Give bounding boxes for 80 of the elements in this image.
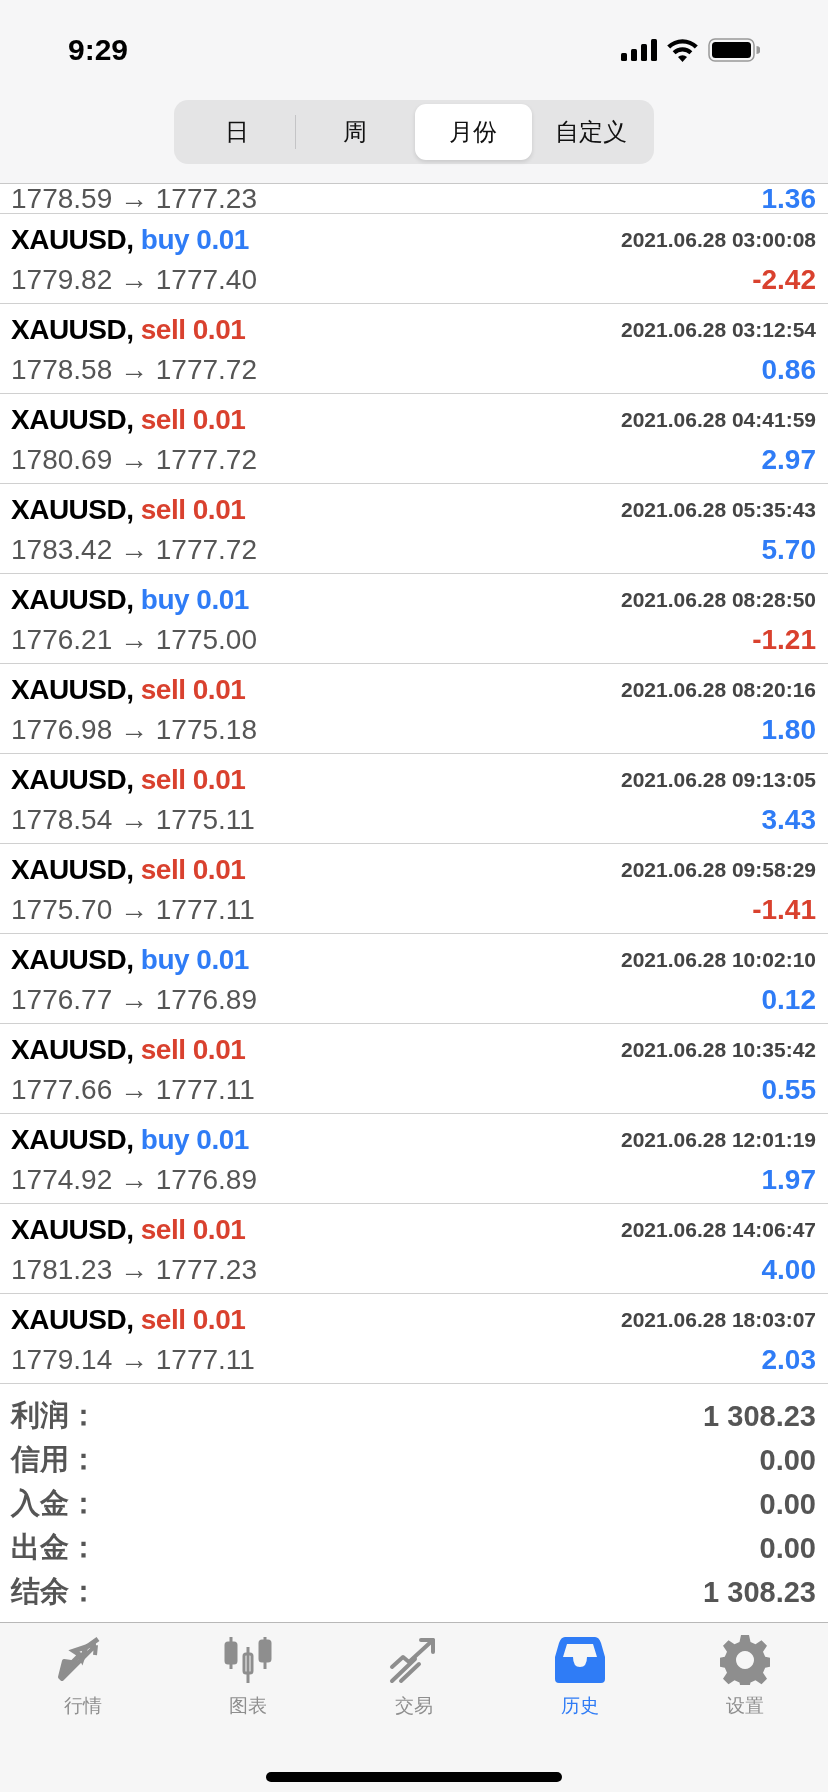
profit-value: -2.42: [752, 264, 816, 296]
summary-label: 入金：: [11, 1486, 98, 1521]
trade-time: 2021.06.28 10:35:42: [621, 1038, 816, 1062]
summary-value: 0.00: [759, 1531, 816, 1565]
trade-title: XAUUSD, sell 0.01: [11, 494, 246, 526]
profit-value: 4.00: [761, 1254, 816, 1286]
trade-time: 2021.06.28 03:12:54: [621, 318, 816, 342]
trade-time: 2021.06.28 10:02:10: [621, 948, 816, 972]
segment-tab[interactable]: 周: [296, 104, 414, 160]
trade-time: 2021.06.28 08:28:50: [621, 588, 816, 612]
trade-time: 2021.06.28 12:01:19: [621, 1128, 816, 1152]
tab-bar-item[interactable]: 交易: [331, 1635, 497, 1719]
status-time: 9:29: [68, 33, 129, 67]
profit-value: 1.97: [761, 1164, 816, 1196]
trade-time: 2021.06.28 18:03:07: [621, 1308, 816, 1332]
price-range: 1783.42 → 1777.72: [11, 534, 257, 566]
trade-title: XAUUSD, buy 0.01: [11, 224, 249, 256]
profit-value: 5.70: [761, 534, 816, 566]
summary-label: 出金：: [11, 1530, 98, 1565]
trade-time: 2021.06.28 03:00:08: [621, 228, 816, 252]
tray-icon: [554, 1635, 605, 1685]
trade-time: 2021.06.28 09:58:29: [621, 858, 816, 882]
profit-value: 2.97: [761, 444, 816, 476]
signal-icon: [621, 39, 657, 61]
price-range: 1778.54 → 1775.11: [11, 804, 255, 836]
price-range: 1775.70 → 1777.11: [11, 894, 255, 926]
trade-time: 2021.06.28 05:35:43: [621, 498, 816, 522]
trade-title: XAUUSD, sell 0.01: [11, 404, 246, 436]
trade-title: XAUUSD, sell 0.01: [11, 1214, 246, 1246]
price-range: 1776.98 → 1775.18: [11, 714, 257, 746]
trade-title: XAUUSD, buy 0.01: [11, 1124, 249, 1156]
profit-value: 1.80: [761, 714, 816, 746]
summary-value: 0.00: [759, 1487, 816, 1521]
trade-time: 2021.06.28 04:41:59: [621, 408, 816, 432]
price-range: 1779.82 → 1777.40: [11, 264, 257, 296]
price-range: 1777.66 → 1777.11: [11, 1074, 255, 1106]
price-range: 1776.77 → 1776.89: [11, 984, 257, 1016]
tab-bar-item[interactable]: 设置: [662, 1635, 828, 1719]
profit-value: 3.43: [761, 804, 816, 836]
tab-bar-item[interactable]: 历史: [496, 1635, 663, 1719]
price-range: 1778.59 → 1777.23: [11, 183, 257, 214]
trade-title: XAUUSD, sell 0.01: [11, 314, 246, 346]
profit-value: 1.36: [761, 183, 816, 214]
price-range: 1774.92 → 1776.89: [11, 1164, 257, 1196]
trade-time: 2021.06.28 09:13:05: [621, 768, 816, 792]
profit-value: 0.55: [761, 1074, 816, 1106]
segment-tab[interactable]: 自定义: [532, 104, 650, 160]
segment-tab[interactable]: 日: [178, 104, 296, 160]
trade-title: XAUUSD, sell 0.01: [11, 1304, 246, 1336]
trade-title: XAUUSD, buy 0.01: [11, 584, 249, 616]
profit-value: -1.41: [752, 894, 816, 926]
trade-time: 2021.06.28 08:20:16: [621, 678, 816, 702]
candlestick-icon: [223, 1635, 274, 1685]
price-range: 1778.58 → 1777.72: [11, 354, 257, 386]
trade-title: XAUUSD, sell 0.01: [11, 764, 246, 796]
tab-bar-item[interactable]: 图表: [165, 1635, 332, 1719]
price-range: 1779.14 → 1777.11: [11, 1344, 255, 1376]
summary-label: 结余：: [11, 1574, 98, 1609]
price-range: 1781.23 → 1777.23: [11, 1254, 257, 1286]
segment-tab[interactable]: 月份: [414, 104, 532, 160]
summary-label: 利润：: [11, 1398, 98, 1433]
summary-label: 信用：: [11, 1442, 98, 1477]
price-range: 1780.69 → 1777.72: [11, 444, 257, 476]
trade-title: XAUUSD, sell 0.01: [11, 854, 246, 886]
price-range: 1776.21 → 1775.00: [11, 624, 257, 656]
trade-title: XAUUSD, sell 0.01: [11, 1034, 246, 1066]
profit-value: 0.12: [761, 984, 816, 1016]
summary-value: 0.00: [759, 1443, 816, 1477]
wifi-icon: [667, 38, 698, 62]
profit-value: 0.86: [761, 354, 816, 386]
settings-icon: [720, 1635, 771, 1685]
profit-value: -1.21: [752, 624, 816, 656]
summary-value: 1 308.23: [703, 1399, 816, 1433]
trade-title: XAUUSD, buy 0.01: [11, 944, 249, 976]
tab-bar-item[interactable]: 行情: [0, 1635, 166, 1719]
trade-time: 2021.06.28 14:06:47: [621, 1218, 816, 1242]
trade-title: XAUUSD, sell 0.01: [11, 674, 246, 706]
battery-icon: [708, 38, 760, 62]
profit-value: 2.03: [761, 1344, 816, 1376]
summary-value: 1 308.23: [703, 1575, 816, 1609]
